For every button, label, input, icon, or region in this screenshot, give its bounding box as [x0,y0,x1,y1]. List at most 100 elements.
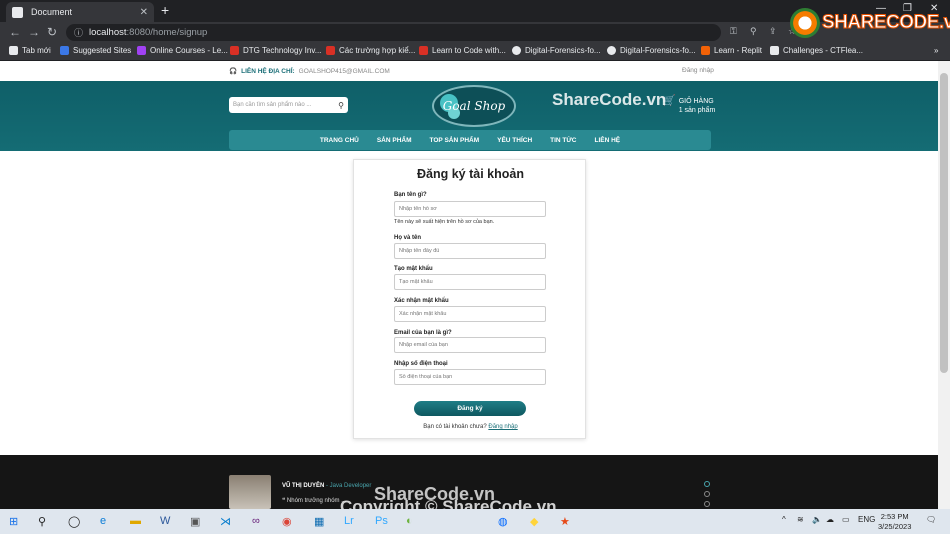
chrome-icon[interactable]: ◉ [282,515,292,528]
login-link[interactable]: Đăng nhập [488,424,517,430]
bookmark-item[interactable]: Digital-Forensics-fo... [607,46,696,55]
password-label: Tạo mật khẩu [394,266,433,272]
language-indicator[interactable]: ENG [858,515,875,524]
carousel-dots [704,481,712,509]
more-bookmarks-icon[interactable]: » [934,46,938,55]
close-tab-icon[interactable]: ✕ [140,7,148,18]
windows-taskbar: ⊞ ⚲ ◯ e ▬ W ▣ ⋊ ∞ ◉ ▦ Lr Ps ◐ ◍ ◆ ★ ^ ≋ … [0,509,950,534]
search-icon[interactable]: ⚲ [338,101,344,110]
bookmark-item[interactable]: Các trường hợp kiể... [326,46,415,55]
nav-products[interactable]: SẢN PHẨM [377,137,412,144]
confirm-password-input[interactable] [394,306,546,322]
forward-icon[interactable]: → [28,25,40,39]
full-name-input[interactable] [394,243,546,259]
watermark-text: ShareCode.vn [552,90,667,109]
bookmark-item[interactable]: Challenges - CTFlea... [770,46,863,55]
contact-label: LIÊN HỆ ĐỊA CHỈ: [241,67,295,75]
bookmark-icon [419,46,428,55]
bookmark-icon [326,46,335,55]
nav-top-products[interactable]: TOP SẢN PHẨM [430,137,480,144]
nav-favorites[interactable]: YÊU THÍCH [497,137,532,144]
top-contact-strip: 🎧 LIÊN HỆ ĐỊA CHỈ: GOALSHOP415@GMAIL.COM… [0,61,938,81]
have-account-text: Bạn có tài khoản chưa? [423,424,487,430]
windows-start-icon[interactable]: ⊞ [9,515,18,528]
bookmark-icon [60,46,69,55]
page-scrollbar[interactable] [938,61,950,509]
bookmark-item[interactable]: DTG Technology Inv... [230,46,321,55]
clock-time: 2:53 PM [880,512,909,521]
contact-info: 🎧 LIÊN HỆ ĐỊA CHỈ: GOALSHOP415@GMAIL.COM [229,67,390,76]
edge-icon[interactable]: e [100,515,106,527]
profile-name-hint: Tên này sẽ xuất hiện trên hồ sơ của bạn. [394,219,495,225]
have-account-line: Bạn có tài khoản chưa? Đăng nhập [354,424,587,430]
replit-icon [701,46,710,55]
bookmark-item[interactable]: Suggested Sites [60,46,131,55]
task-view-icon[interactable]: ◯ [68,515,80,528]
bookmark-item[interactable]: Online Courses - Le... [137,46,228,55]
bookmark-item[interactable]: Tab mới [9,46,51,55]
nav-news[interactable]: TIN TỨC [550,137,576,144]
email-input[interactable] [394,337,546,353]
site-logo[interactable]: Goal Shop [432,85,516,127]
bookmark-item[interactable]: Learn - Replit [701,46,762,55]
python-icon[interactable]: ◆ [530,515,538,528]
cart-count: 1 sản phẩm [678,107,716,114]
intellij-icon[interactable]: ▦ [314,515,324,528]
volume-icon[interactable]: 🔈 [812,515,822,524]
carousel-dot[interactable] [704,491,710,497]
cart-button[interactable]: 🛒 GIỎ HÀNG 1 sản phẩm [662,96,716,115]
site-info-icon[interactable]: ⓘ [74,26,83,39]
tray-chevron-icon[interactable]: ^ [782,515,786,524]
github-icon [607,46,616,55]
photoshop-icon[interactable]: Ps [375,515,388,527]
search-icon[interactable]: ⚲ [38,515,46,528]
profile-name-label: Bạn tên gì? [394,192,427,198]
notification-icon[interactable]: 🗨 [926,515,936,524]
zoom-icon[interactable]: ⚲ [750,26,757,37]
nav-contact[interactable]: LIÊN HỆ [595,137,621,144]
confirm-password-label: Xác nhận mật khẩu [394,298,449,304]
bookmark-icon [9,46,18,55]
pinned-app-icon[interactable]: ★ [560,515,570,528]
taskbar-clock[interactable]: 2:53 PM 3/25/2023 [878,512,911,532]
key-icon[interactable]: ⚿ [730,26,737,37]
password-input[interactable] [394,274,546,290]
carousel-dot[interactable] [704,481,710,487]
share-icon[interactable]: ⇪ [769,26,777,37]
file-explorer-icon[interactable]: ▬ [130,515,141,527]
logo-text: Goal Shop [442,99,506,113]
browser-tab[interactable]: Document ✕ [6,2,154,22]
bookmark-item[interactable]: Digital-Forensics-fo... [512,46,601,55]
wifi-icon[interactable]: ≋ [797,515,804,524]
reload-icon[interactable]: ↻ [47,25,57,39]
zalo-icon[interactable]: ◍ [498,515,508,528]
app-icon[interactable]: ▣ [190,515,200,528]
carousel-dot[interactable] [704,501,710,507]
bookmarks-bar: Tab mới Suggested Sites Online Courses -… [0,43,950,61]
site-header: Bạn cần tìm sản phẩm nào ... ⚲ Goal Shop… [0,81,938,151]
back-icon[interactable]: ← [9,25,21,39]
battery-icon[interactable]: ▭ [842,515,850,524]
profile-name-input[interactable] [394,201,546,217]
vscode-icon[interactable]: ⋊ [220,515,231,528]
bookmark-item[interactable]: Learn to Code with... [419,46,506,55]
url-input[interactable]: ⓘ localhost:8080/home/signup [66,24,721,41]
url-path: :8080/home/signup [126,27,208,38]
lightroom-icon[interactable]: Lr [344,515,354,527]
onedrive-icon[interactable]: ☁ [826,515,834,524]
signup-form: Đăng ký tài khoản Bạn tên gì? Tên này sẽ… [353,159,586,439]
visual-studio-icon[interactable]: ∞ [252,515,260,527]
word-icon[interactable]: W [160,515,170,527]
new-tab-button[interactable]: + [161,2,169,18]
clock-date: 3/25/2023 [878,522,912,531]
product-search-input[interactable]: Bạn cần tìm sản phẩm nào ... ⚲ [229,97,348,113]
sharecode-logo: SHARECODE.vn [790,8,950,38]
bookmark-icon [770,46,779,55]
spring-icon[interactable]: ◐ [406,515,413,527]
header-login-link[interactable]: Đăng nhập [682,67,714,74]
nav-home[interactable]: TRANG CHỦ [320,137,359,144]
url-host: localhost [89,27,127,38]
phone-input[interactable] [394,369,546,385]
scrollbar-thumb[interactable] [940,73,948,373]
signup-button[interactable]: Đăng ký [414,401,526,416]
